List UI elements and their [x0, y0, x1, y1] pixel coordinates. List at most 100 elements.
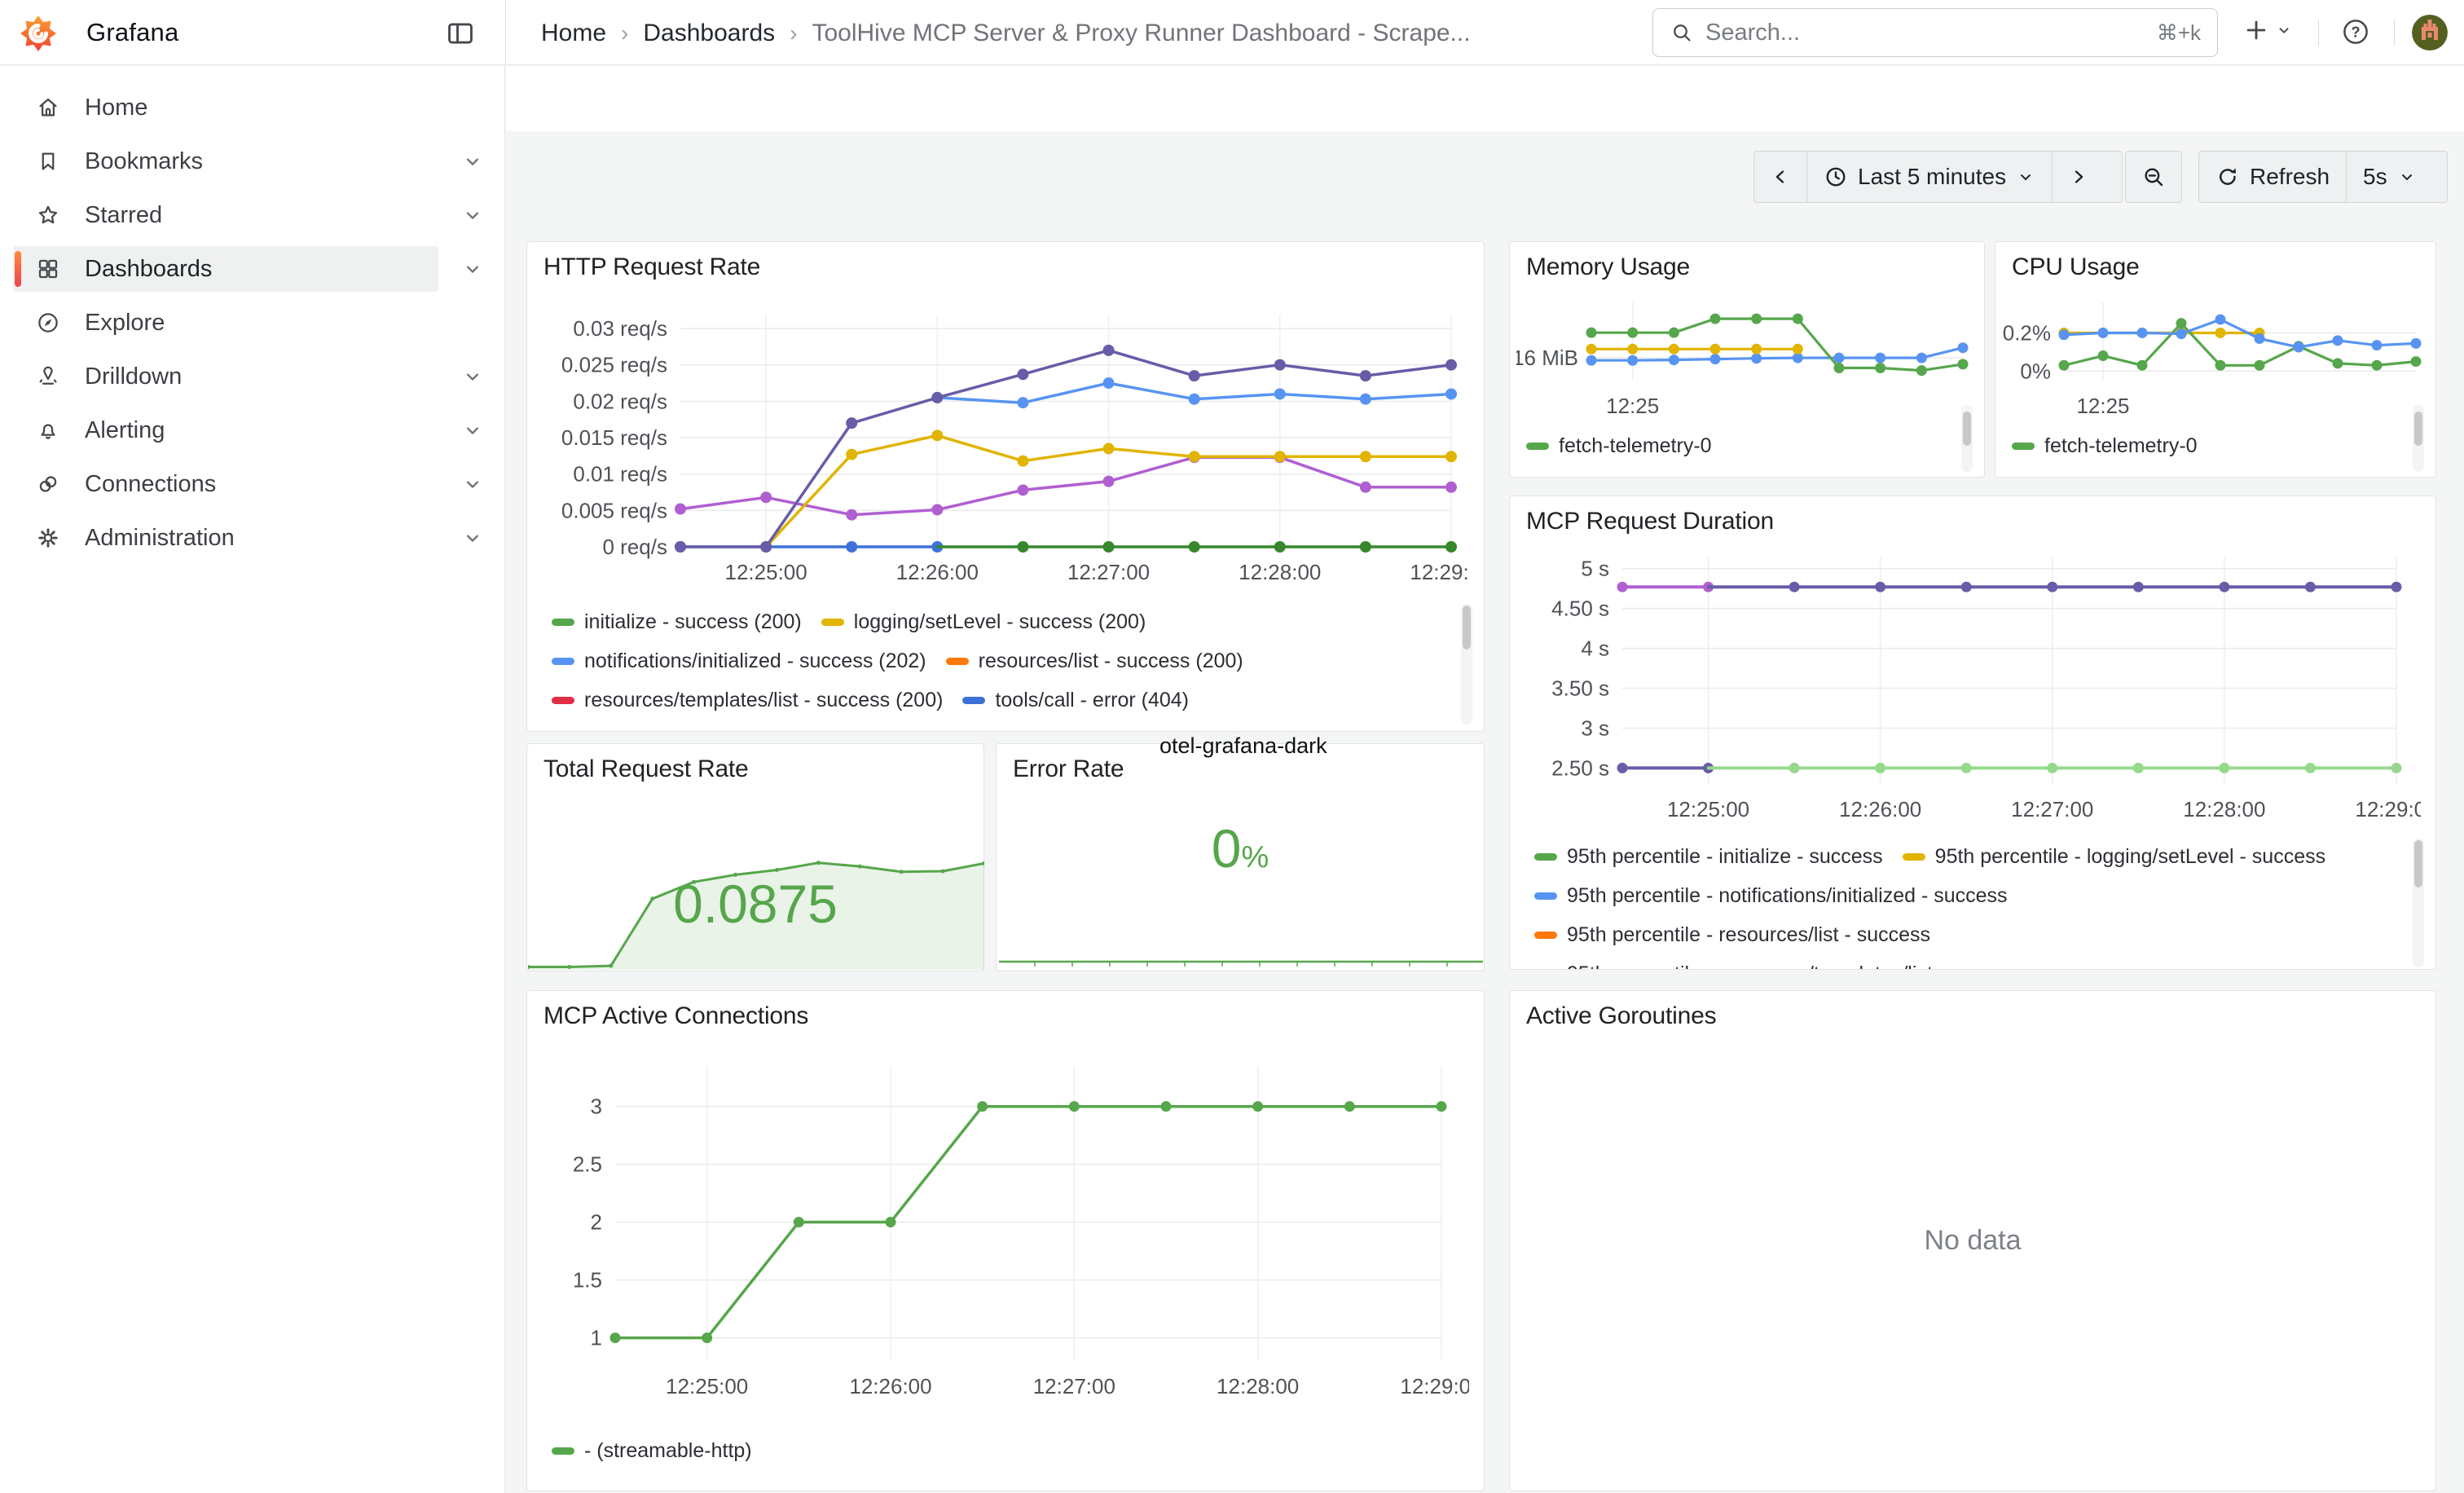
time-range-group: Last 5 minutes [1753, 151, 2123, 203]
mcp-request-duration-chart[interactable]: 12:25:0012:26:0012:27:0012:28:0012:29:00… [1526, 537, 2421, 835]
time-range-label: Last 5 minutes [1858, 164, 2006, 190]
svg-text:2: 2 [591, 1210, 602, 1235]
breadcrumb-dashboards[interactable]: Dashboards [643, 20, 775, 47]
sidebar-item-label: Connections [85, 471, 216, 498]
time-shift-forward-button[interactable] [2052, 152, 2104, 202]
panel-title[interactable]: MCP Request Duration [1526, 508, 1774, 535]
chevron-down-icon[interactable] [461, 150, 484, 173]
chevron-down-icon[interactable] [461, 419, 484, 442]
legend-item[interactable]: resources/list - success (200) [946, 641, 1243, 680]
refresh-button[interactable]: Refresh [2199, 152, 2346, 202]
svg-text:3 s: 3 s [1581, 716, 1609, 740]
sidebar-item-label: Home [85, 95, 147, 121]
svg-text:1.5: 1.5 [573, 1268, 602, 1293]
panel-title[interactable]: MCP Active Connections [543, 1002, 808, 1030]
legend-label: logging/setLevel - success (200) [854, 610, 1146, 634]
sidebar-item-alerting[interactable]: Alerting [13, 407, 438, 453]
legend-item[interactable]: tools/call - error (404) [962, 680, 1189, 720]
sidebar-item-administration[interactable]: Administration [13, 515, 438, 561]
svg-text:12:25:00: 12:25:00 [1667, 797, 1749, 821]
dock-menu-icon[interactable] [445, 18, 476, 49]
series-color-pill [1903, 853, 1925, 861]
legend-label: 95th percentile - resources/list - succe… [1567, 923, 1930, 947]
chevron-down-icon[interactable] [461, 473, 484, 495]
refresh-interval-dropdown[interactable]: 5s [2346, 152, 2433, 202]
legend-item[interactable]: 95th percentile - initialize - success [1534, 837, 1883, 876]
legend-item[interactable]: 95th percentile - logging/setLevel - suc… [1903, 837, 2325, 876]
legend-item[interactable]: 95th percentile - resources/list - succe… [1534, 915, 1930, 954]
legend-item[interactable]: resources/templates/list - success (200) [552, 680, 943, 720]
legend-scrollbar[interactable] [2413, 405, 2424, 472]
series-color-pill [1526, 443, 1549, 450]
grafana-logo-icon[interactable] [18, 11, 59, 55]
sidebar-item-bookmarks[interactable]: Bookmarks [13, 139, 438, 184]
sidebar-item-label: Drilldown [85, 363, 182, 390]
avatar[interactable] [2412, 15, 2448, 51]
active-indicator [15, 251, 21, 287]
legend-item[interactable]: logging/setLevel - success (200) [821, 602, 1146, 641]
legend-label: 95th percentile - logging/setLevel - suc… [1935, 845, 2325, 869]
mcp-active-connections-chart[interactable]: 12:25:0012:26:0012:27:0012:28:0012:29:00… [543, 1038, 1469, 1421]
duration-legend: 95th percentile - initialize - success95… [1534, 837, 2398, 969]
search-icon [1670, 20, 1694, 45]
legend-item[interactable]: tools/call - success (200) [552, 720, 808, 726]
legend-item[interactable]: notifications/initialized - success (202… [552, 641, 926, 680]
compass-icon [36, 310, 60, 335]
svg-text:12:25: 12:25 [2076, 394, 2129, 413]
refresh-icon [2215, 165, 2240, 189]
legend-scrollbar[interactable] [2413, 839, 2424, 967]
legend-item[interactable]: fetch-telemetry-0 [1526, 426, 1712, 465]
legend-item[interactable]: unknown - success (200) [1098, 720, 1357, 726]
legend-item[interactable]: 95th percentile - resources/templates/li… [1534, 954, 2024, 969]
legend-label: initialize - success (200) [584, 610, 802, 634]
add-button[interactable] [2242, 16, 2293, 44]
toolbar-divider [2394, 20, 2395, 46]
panel-active-goroutines: Active Goroutines No data [1509, 990, 2436, 1491]
chevron-down-icon[interactable] [461, 204, 484, 227]
panel-title[interactable]: Total Request Rate [543, 755, 749, 783]
http-request-rate-chart[interactable]: 12:25:0012:26:0012:27:0012:28:0012:29:00… [543, 291, 1469, 592]
legend-label: resources/list - success (200) [979, 650, 1243, 673]
sidebar-item-connections[interactable]: Connections [13, 461, 438, 507]
svg-text:0.01 req/s: 0.01 req/s [573, 462, 667, 487]
legend-item[interactable]: 95th percentile - notifications/initiali… [1534, 876, 2008, 915]
svg-text:12:27:00: 12:27:00 [1033, 1374, 1115, 1398]
chevron-down-icon[interactable] [461, 258, 484, 280]
panel-title[interactable]: Error Rate [1013, 755, 1124, 783]
panel-title[interactable]: Memory Usage [1526, 253, 1690, 281]
connections-icon [36, 472, 60, 496]
chevron-down-icon[interactable] [461, 526, 484, 549]
search-input[interactable]: Search... ⌘+k [1652, 8, 2218, 57]
time-range-picker[interactable]: Last 5 minutes [1806, 152, 2052, 202]
refresh-label: Refresh [2250, 164, 2330, 190]
legend-scrollbar[interactable] [1461, 604, 1472, 724]
series-color-pill [962, 697, 985, 704]
svg-text:12:27:00: 12:27:00 [2011, 797, 2093, 821]
legend-item[interactable]: tools/list - success (200) [828, 720, 1079, 726]
cpu-usage-chart[interactable]: 12:250.2%0% [2002, 289, 2431, 413]
time-shift-back-button[interactable] [1754, 152, 1806, 202]
legend-item[interactable]: fetch-telemetry-0 [2012, 426, 2198, 465]
search-placeholder: Search... [1705, 20, 2145, 46]
gear-icon [36, 526, 60, 550]
sidebar-item-drilldown[interactable]: Drilldown [13, 354, 438, 399]
legend-scrollbar[interactable] [1961, 405, 1973, 472]
sidebar-item-dashboards[interactable]: Dashboards [13, 246, 438, 292]
help-icon[interactable]: ? [2340, 16, 2371, 47]
zoom-out-button[interactable] [2126, 152, 2181, 202]
breadcrumb-home[interactable]: Home [541, 20, 606, 47]
memory-usage-chart[interactable]: 12:2516 MiB [1516, 289, 1978, 413]
svg-text:0.02 req/s: 0.02 req/s [573, 389, 667, 413]
legend-item[interactable]: - (streamable-http) [552, 1431, 752, 1470]
legend-item[interactable]: initialize - success (200) [552, 602, 802, 641]
svg-text:0.015 req/s: 0.015 req/s [561, 425, 667, 450]
chevron-down-icon[interactable] [461, 365, 484, 388]
panel-title[interactable]: CPU Usage [2012, 253, 2140, 281]
panel-total-request-rate: Total Request Rate 0.0875 [526, 743, 984, 971]
sidebar-item-home[interactable]: Home [13, 85, 438, 130]
sidebar-item-explore[interactable]: Explore [13, 300, 438, 346]
svg-text:5 s: 5 s [1581, 557, 1609, 581]
sidebar-item-starred[interactable]: Starred [13, 192, 438, 238]
brand-label: Grafana [86, 18, 178, 47]
panel-title[interactable]: HTTP Request Rate [543, 253, 760, 281]
